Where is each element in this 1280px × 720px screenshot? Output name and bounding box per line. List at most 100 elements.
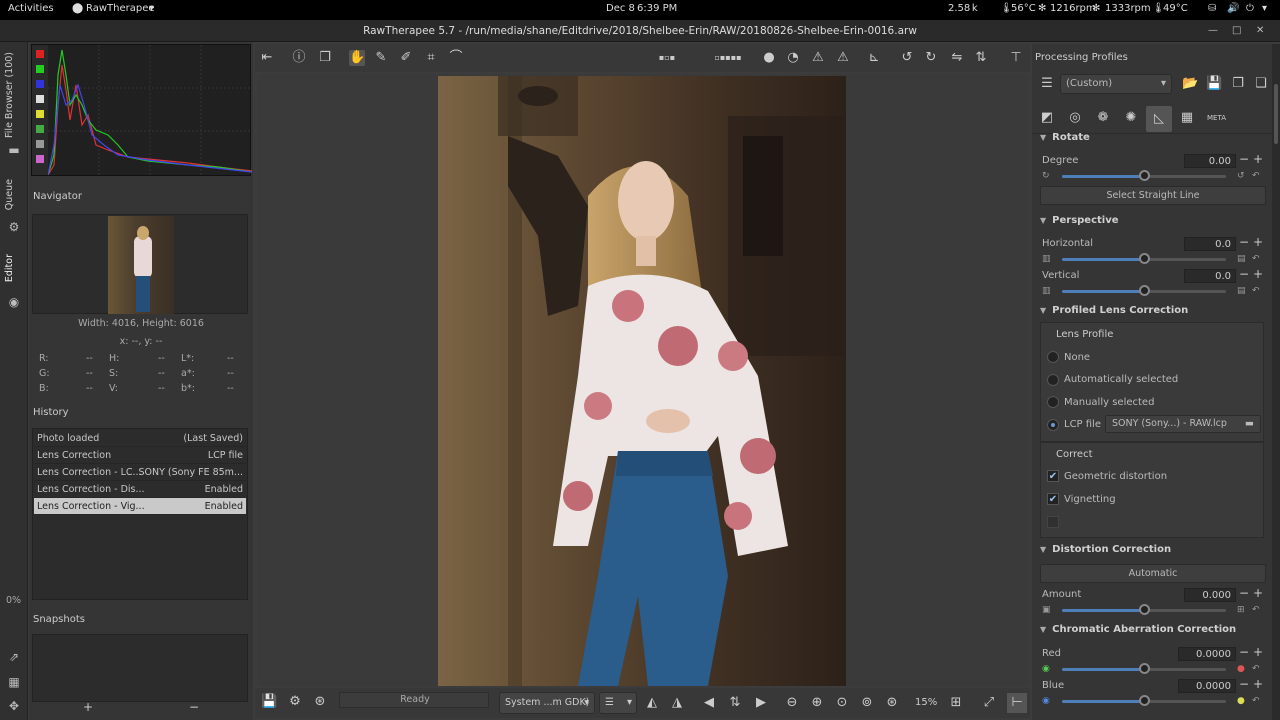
- increment-button[interactable]: +: [1253, 645, 1263, 659]
- reset-icon[interactable]: ↶: [1252, 286, 1260, 296]
- radio-auto-label[interactable]: Automatically selected: [1064, 374, 1178, 385]
- navigator-preview[interactable]: [32, 214, 248, 314]
- increment-button[interactable]: +: [1253, 235, 1263, 249]
- aperture-icon[interactable]: ◉: [7, 295, 21, 309]
- decrement-button[interactable]: −: [1239, 152, 1249, 166]
- zoom-100-icon[interactable]: ⊙: [834, 695, 850, 711]
- radio-none-label[interactable]: None: [1064, 352, 1090, 363]
- blue-slider-knob[interactable]: [1138, 695, 1150, 706]
- warning-shadow-icon[interactable]: ⚠: [810, 50, 826, 66]
- external-editor-icon[interactable]: ⊛: [312, 694, 328, 710]
- close-icon[interactable]: ✕: [1256, 20, 1264, 42]
- export-icon[interactable]: ⇗: [7, 650, 21, 664]
- chromatic-aberration-checkbox[interactable]: [1047, 516, 1059, 528]
- lens-correction-section-header[interactable]: ▼ Profiled Lens Correction: [1040, 305, 1188, 316]
- decrement-button[interactable]: −: [1239, 677, 1249, 691]
- volume-icon[interactable]: 🔊: [1227, 3, 1239, 14]
- right-panel-scrollbar[interactable]: [1272, 44, 1280, 720]
- next-image-icon[interactable]: ▶: [753, 695, 769, 711]
- raw-toggle[interactable]: [36, 125, 44, 133]
- radio-none[interactable]: [1047, 351, 1059, 363]
- chevron-down-icon[interactable]: ▾: [1262, 3, 1267, 14]
- rotate-left-icon[interactable]: ↺: [899, 50, 915, 66]
- before-after-icon[interactable]: ❐: [317, 50, 333, 66]
- mode-toggle[interactable]: [36, 155, 44, 163]
- channel-preview-icon[interactable]: ▫▪▪▪▪: [705, 50, 751, 66]
- queue-add-icon[interactable]: ⚙: [287, 694, 303, 710]
- horizontal-slider-knob[interactable]: [1138, 253, 1150, 264]
- minimize-icon[interactable]: —: [1208, 20, 1218, 42]
- hide-left-panel-icon[interactable]: ⇤: [259, 50, 275, 66]
- clock-date[interactable]: Dec 8: [606, 3, 635, 14]
- new-detail-window-icon[interactable]: ⊞: [948, 695, 964, 711]
- zoom-in-icon[interactable]: ⊕: [809, 695, 825, 711]
- copy-profile-icon[interactable]: ❐: [1230, 76, 1246, 92]
- automatic-button[interactable]: Automatic: [1040, 564, 1266, 583]
- red-channel-toggle[interactable]: [36, 50, 44, 58]
- hand-tool-icon[interactable]: ✋: [349, 50, 365, 66]
- radio-manual-label[interactable]: Manually selected: [1064, 397, 1154, 408]
- chroma-toggle[interactable]: [36, 110, 44, 118]
- activities-button[interactable]: Activities: [8, 3, 54, 14]
- reset-icon[interactable]: ↶: [1252, 171, 1260, 181]
- remove-snapshot-button[interactable]: −: [189, 700, 199, 714]
- warning-highlight-icon[interactable]: ⚠: [835, 50, 851, 66]
- batch-icon[interactable]: ▦: [7, 675, 21, 689]
- history-row[interactable]: Lens Correction - Dis... Enabled: [34, 481, 246, 498]
- power-icon[interactable]: ⏻: [1246, 3, 1254, 14]
- vignetting-label[interactable]: Vignetting: [1064, 494, 1116, 505]
- flip-horizontal-icon[interactable]: ⇋: [949, 50, 965, 66]
- green-channel-toggle[interactable]: [36, 65, 44, 73]
- add-snapshot-button[interactable]: +: [83, 700, 93, 714]
- decrement-button[interactable]: −: [1239, 586, 1249, 600]
- lcp-file-chooser[interactable]: SONY (Sony...) - RAW.lcp ▬: [1105, 415, 1261, 433]
- vertical-slider-knob[interactable]: [1138, 285, 1150, 296]
- raw-tab-icon[interactable]: ▦: [1179, 110, 1195, 126]
- gear-icon[interactable]: ⚙: [7, 220, 21, 234]
- increment-button[interactable]: +: [1253, 586, 1263, 600]
- bar-toggle[interactable]: [36, 140, 44, 148]
- geometric-distortion-checkbox[interactable]: ✔: [1047, 470, 1059, 482]
- vertical-input[interactable]: 0.0: [1184, 269, 1236, 283]
- image-viewer[interactable]: [257, 74, 1028, 686]
- reset-icon[interactable]: ↶: [1252, 664, 1260, 674]
- tab-file-browser[interactable]: File Browser (100): [4, 52, 15, 138]
- advanced-tab-icon[interactable]: ✺: [1123, 110, 1139, 126]
- white-balance-picker-icon[interactable]: ✎: [373, 50, 389, 66]
- blue-channel-toggle[interactable]: [36, 80, 44, 88]
- ca-section-header[interactable]: ▼ Chromatic Aberration Correction: [1040, 624, 1236, 635]
- radio-lcp[interactable]: [1047, 419, 1059, 431]
- clipped-shadows-icon[interactable]: ◔: [785, 50, 801, 66]
- zoom-out-icon[interactable]: ⊖: [784, 695, 800, 711]
- history-row[interactable]: Lens Correction - LC... SONY (Sony FE 85m…: [34, 464, 246, 481]
- tab-editor[interactable]: Editor: [4, 254, 15, 282]
- open-profile-icon[interactable]: 📂: [1182, 76, 1198, 92]
- decrement-button[interactable]: −: [1239, 267, 1249, 281]
- flip-vertical-icon[interactable]: ⇅: [973, 50, 989, 66]
- decrement-button[interactable]: −: [1239, 235, 1249, 249]
- network-icon[interactable]: ⛁: [1208, 3, 1216, 14]
- photo-preview[interactable]: [438, 76, 846, 686]
- hide-right-panel-icon[interactable]: ⊤: [1008, 50, 1024, 66]
- amount-slider-knob[interactable]: [1138, 604, 1150, 615]
- sync-icon[interactable]: ⇅: [727, 695, 743, 711]
- crop-icon[interactable]: ⌗: [423, 50, 439, 66]
- app-menu[interactable]: RawTherapee: [86, 3, 155, 14]
- decrement-button[interactable]: −: [1239, 645, 1249, 659]
- reset-icon[interactable]: ↶: [1252, 254, 1260, 264]
- output-profile-select[interactable]: System ...m GDK) ▾: [499, 692, 595, 714]
- amount-input[interactable]: 0.000: [1184, 588, 1236, 602]
- info-icon[interactable]: ⓘ: [291, 50, 307, 66]
- rotate-icon[interactable]: ↺: [1237, 171, 1245, 181]
- maximize-icon[interactable]: □: [1232, 20, 1241, 42]
- fullscreen-icon[interactable]: ⤢: [981, 695, 997, 711]
- perspective-section-header[interactable]: ▼ Perspective: [1040, 215, 1119, 226]
- select-straight-line-button[interactable]: Select Straight Line: [1040, 186, 1266, 205]
- red-slider-knob[interactable]: [1138, 663, 1150, 674]
- toggle-right-panel-icon[interactable]: ⊢: [1007, 693, 1027, 713]
- radio-auto[interactable]: [1047, 374, 1059, 386]
- save-icon[interactable]: 💾: [261, 694, 277, 710]
- profile-select[interactable]: (Custom) ▾: [1060, 74, 1172, 94]
- radio-manual[interactable]: [1047, 396, 1059, 408]
- preview-bg-icon[interactable]: ▪▫▪: [652, 50, 682, 66]
